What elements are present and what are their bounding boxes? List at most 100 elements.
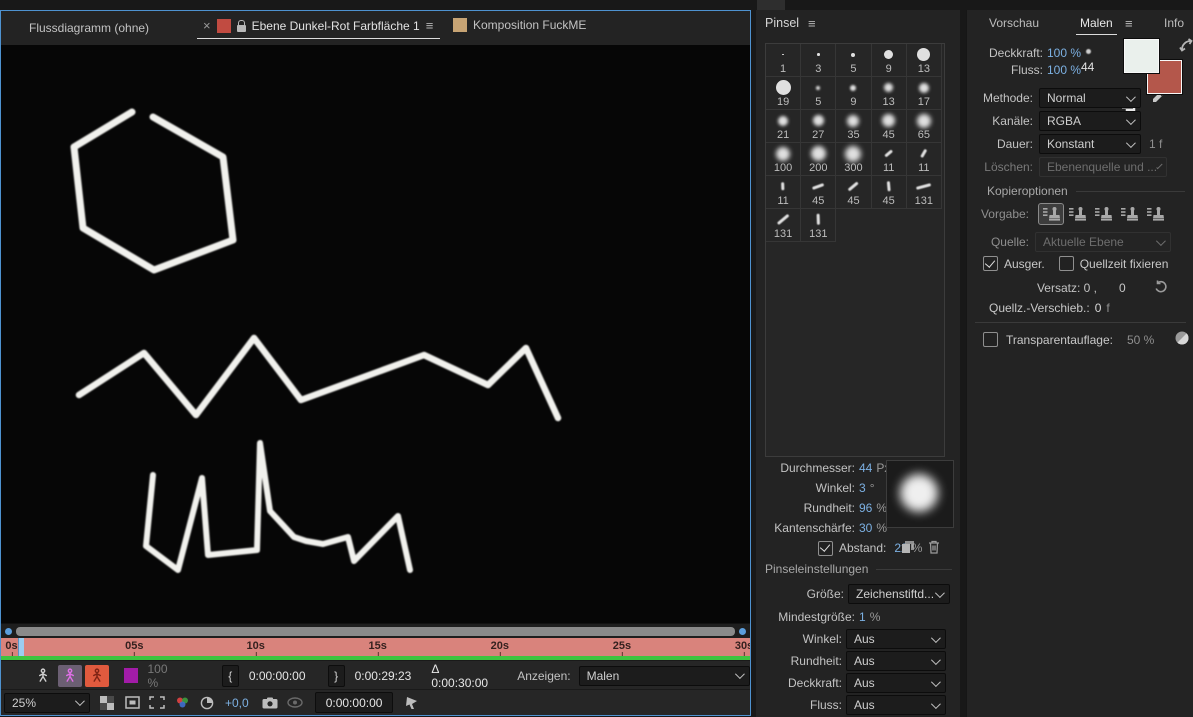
brush-size-label: 5 xyxy=(815,96,822,108)
brush-cell[interactable]: 27 xyxy=(801,110,837,143)
new-brush-button[interactable] xyxy=(899,538,917,556)
brush-cell[interactable]: 9 xyxy=(836,77,872,110)
transparentauflage-checkbox[interactable] xyxy=(983,332,998,347)
onion-skin-person-button[interactable] xyxy=(58,664,83,687)
tab-malen[interactable]: Malen xyxy=(1076,16,1117,35)
brush-cell[interactable]: 9 xyxy=(871,44,907,77)
dynamics-dropdown[interactable]: Aus xyxy=(846,673,946,693)
brush-cell[interactable]: 11 xyxy=(766,176,802,209)
exposure-reset-icon[interactable] xyxy=(196,694,218,712)
abstand-checkbox[interactable] xyxy=(818,540,833,556)
region-of-interest-button[interactable] xyxy=(121,694,143,712)
exposure-value[interactable]: +0,0 xyxy=(225,696,249,710)
scroll-handle-left[interactable] xyxy=(5,628,12,635)
quelle-dropdown[interactable]: Aktuelle Ebene xyxy=(1035,232,1171,252)
fast-previews-button[interactable] xyxy=(401,694,423,712)
foreground-color-swatch[interactable] xyxy=(1123,38,1160,74)
methode-dropdown[interactable]: Normal xyxy=(1039,88,1141,108)
brush-cell[interactable]: 131 xyxy=(766,209,802,242)
clone-preset-stamp-icon[interactable] xyxy=(1091,204,1115,224)
brush-cell[interactable]: 1 xyxy=(766,44,802,77)
brush-cell[interactable]: 11 xyxy=(906,143,942,176)
brush-cell[interactable]: 35 xyxy=(836,110,872,143)
fluss-value[interactable]: 100 % xyxy=(1047,63,1081,77)
brush-cell[interactable]: 65 xyxy=(906,110,942,143)
dynamics-dropdown[interactable]: Aus xyxy=(846,651,946,671)
brush-cell[interactable]: 5 xyxy=(836,44,872,77)
anzeigen-dropdown[interactable]: Malen xyxy=(578,665,750,686)
panel-menu-icon[interactable]: ≡ xyxy=(426,18,434,33)
dynamics-dropdown[interactable]: Aus xyxy=(846,629,946,649)
onion-skin-person-button[interactable] xyxy=(31,665,55,687)
brush-cell[interactable]: 45 xyxy=(871,176,907,209)
in-point-button[interactable]: { xyxy=(221,664,239,687)
playhead[interactable] xyxy=(18,638,24,656)
brush-cell[interactable]: 13 xyxy=(906,44,942,77)
in-point-timecode[interactable]: 0:00:00:00 xyxy=(249,669,306,683)
brushes-panel-title[interactable]: Pinsel xyxy=(765,16,799,30)
timeline-ruler[interactable]: 0s 05s 10s 15s 20s 25s 30s xyxy=(1,638,750,660)
transparency-grid-button[interactable] xyxy=(96,694,118,712)
trash-icon[interactable] xyxy=(925,538,943,556)
mindest-value[interactable]: 1 xyxy=(859,610,866,624)
scroll-handle-right[interactable] xyxy=(739,628,746,635)
deckkraft-value[interactable]: 100 % xyxy=(1047,46,1081,60)
brush-cell[interactable]: 13 xyxy=(871,77,907,110)
snapshot-camera-button[interactable] xyxy=(259,694,281,712)
dauer-dropdown[interactable]: Konstant xyxy=(1039,134,1141,154)
clone-preset-stamp-icon[interactable] xyxy=(1117,204,1141,224)
brush-cell[interactable]: 19 xyxy=(766,77,802,110)
versatz-y-value[interactable]: 0 xyxy=(1119,281,1126,295)
ausger-checkbox[interactable] xyxy=(983,256,998,271)
brush-cell[interactable]: 11 xyxy=(871,143,907,176)
out-point-timecode[interactable]: 0:00:29:23 xyxy=(355,669,412,683)
show-snapshot-button[interactable] xyxy=(284,694,306,712)
scroll-thumb[interactable] xyxy=(16,627,735,636)
current-time-field[interactable]: 0:00:00:00 xyxy=(314,692,394,713)
swap-colors-icon[interactable] xyxy=(1179,38,1193,56)
kanaele-dropdown[interactable]: RGBA xyxy=(1039,111,1141,131)
property-value[interactable]: 96 xyxy=(859,501,872,515)
verschieb-value[interactable]: 0 xyxy=(1095,301,1102,315)
clone-preset-stamp-icon[interactable] xyxy=(1143,204,1167,224)
overlay-color-swatch[interactable] xyxy=(124,668,138,683)
property-value[interactable]: 30 xyxy=(859,521,872,535)
brush-cell[interactable]: 200 xyxy=(801,143,837,176)
reset-icon[interactable] xyxy=(1154,280,1168,296)
paint-canvas[interactable] xyxy=(1,45,750,623)
dynamics-dropdown[interactable]: Aus xyxy=(846,695,946,715)
brush-cell[interactable]: 3 xyxy=(801,44,837,77)
loeschen-dropdown[interactable]: Ebenenquelle und ... xyxy=(1039,157,1167,177)
brush-cell[interactable]: 131 xyxy=(906,176,942,209)
clone-preset-stamp-icon[interactable] xyxy=(1065,204,1089,224)
panel-menu-icon[interactable]: ≡ xyxy=(1125,16,1133,31)
channel-settings-button[interactable] xyxy=(171,694,193,712)
brush-cell[interactable]: 131 xyxy=(801,209,837,242)
transparent-value[interactable]: 50 % xyxy=(1127,333,1154,347)
tab-vorschau[interactable]: Vorschau xyxy=(989,16,1039,30)
brush-cell[interactable]: 45 xyxy=(801,176,837,209)
zoom-dropdown[interactable]: 25% xyxy=(4,692,90,713)
brush-cell[interactable]: 45 xyxy=(871,110,907,143)
brush-cell[interactable]: 5 xyxy=(801,77,837,110)
out-point-button[interactable]: } xyxy=(327,664,345,687)
property-value[interactable]: 44 xyxy=(859,461,872,475)
onion-skin-person-button[interactable] xyxy=(85,664,110,687)
tab-info[interactable]: Info xyxy=(1164,16,1184,30)
panel-menu-icon[interactable]: ≡ xyxy=(808,16,816,31)
horizontal-scrollbar[interactable] xyxy=(1,623,750,639)
quellzeit-checkbox[interactable] xyxy=(1058,256,1074,271)
brush-cell[interactable]: 21 xyxy=(766,110,802,143)
brush-cell[interactable]: 17 xyxy=(906,77,942,110)
brush-cell[interactable]: 300 xyxy=(836,143,872,176)
tab-komposition[interactable]: Komposition FuckME xyxy=(453,18,586,32)
brush-cell[interactable]: 45 xyxy=(836,176,872,209)
close-icon[interactable]: × xyxy=(203,18,211,33)
brush-cell[interactable]: 100 xyxy=(766,143,802,176)
tab-flussdiagramm[interactable]: Flussdiagramm (ohne) xyxy=(29,21,149,35)
property-value[interactable]: 3 xyxy=(859,481,866,495)
tab-layer-active[interactable]: × Ebene Dunkel-Rot Farbfläche 1 ≡ xyxy=(196,18,441,39)
clone-preset-stamp-icon[interactable] xyxy=(1038,203,1064,225)
crop-region-button[interactable] xyxy=(146,694,168,712)
groesse-dropdown[interactable]: Zeichenstiftd... xyxy=(848,584,950,604)
